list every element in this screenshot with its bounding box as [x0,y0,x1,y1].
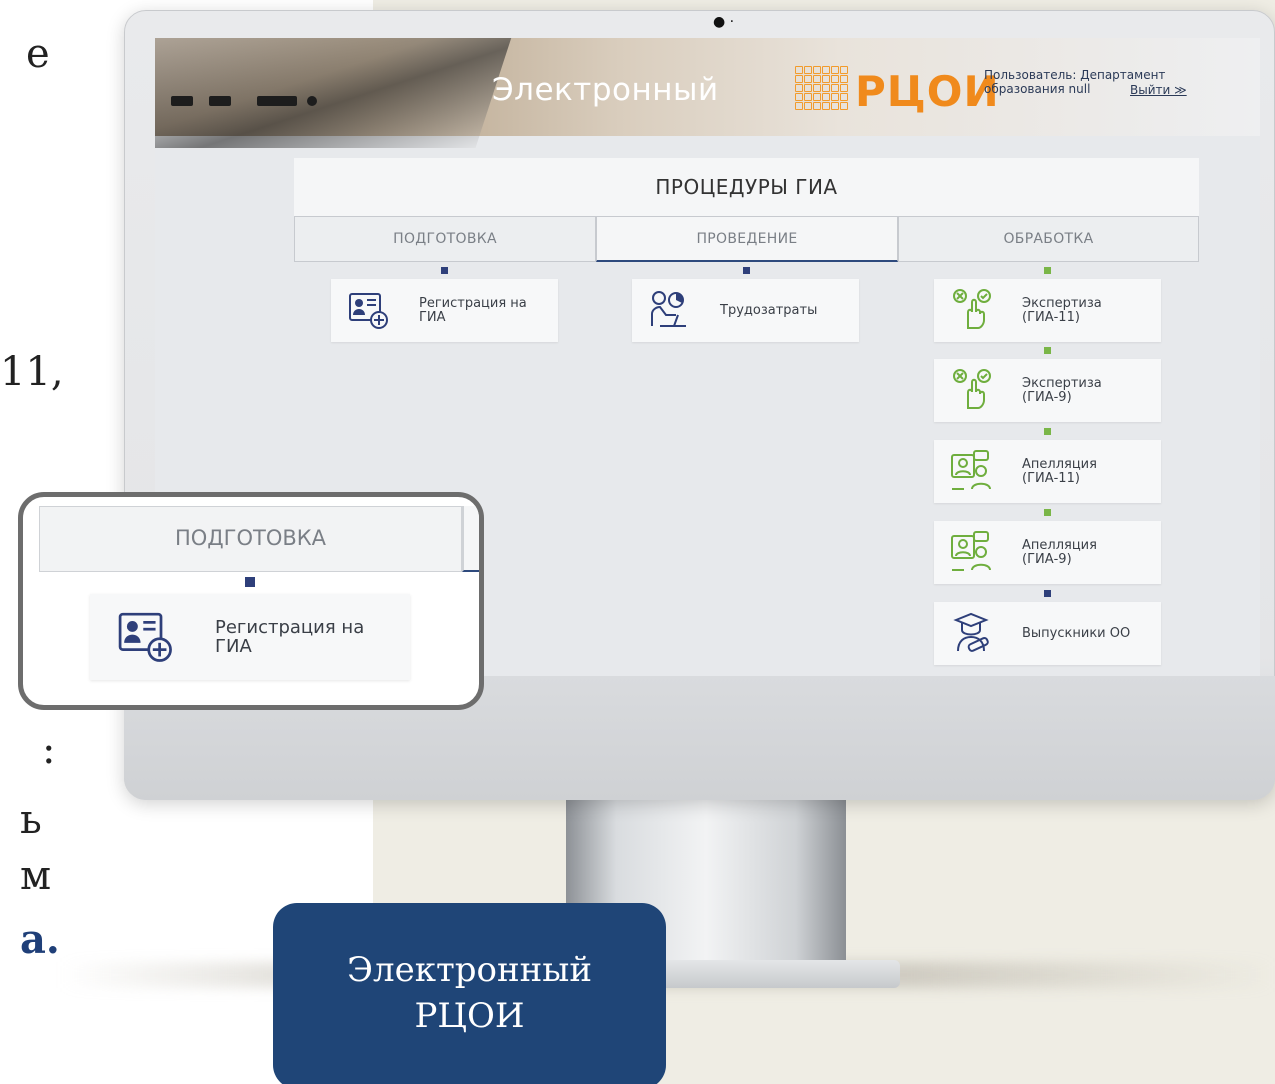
registration-icon [118,612,172,662]
card-label: Экспертиза [1022,376,1102,391]
card-label: Апелляция [1022,538,1097,553]
card-label: (ГИА-9) [1022,390,1072,405]
tab-processing[interactable]: ОБРАБОТКА [898,216,1199,262]
rcoi-logo: РЦОИ [795,66,999,118]
slide-text-fragment: e [26,31,50,77]
card-label: ГИА [419,310,446,325]
expertise-icon [953,369,991,409]
app-header: Электронный РЦОИ Пользователь: Департаме… [155,38,1260,148]
card-label: (ГИА-11) [1022,310,1080,325]
slide-text-fragment: а. [20,916,60,963]
logo-text: РЦОИ [855,67,1000,116]
card-appeal-9[interactable]: Апелляция (ГИА-9) [934,521,1161,584]
registration-icon [349,293,388,329]
column-connector [743,267,750,274]
user-name-line: Пользователь: Департамент [984,68,1166,82]
callout-tab-preparation[interactable]: ПОДГОТОВКА [39,506,462,572]
logo-grid-icon [795,66,848,110]
card-label: Регистрация на [419,296,527,311]
card-label: (ГИА-9) [1022,552,1072,567]
callout-card-registration[interactable]: Регистрация на ГИА [90,594,410,680]
callout-tab-edge [462,506,479,572]
card-labor-costs[interactable]: Трудозатраты [632,279,859,342]
column-connector [1044,509,1051,516]
camera-dots: ● · [713,14,735,30]
card-label: (ГИА-11) [1022,471,1080,486]
column-connector [1044,428,1051,435]
card-label: Апелляция [1022,457,1097,472]
column-connector [441,267,448,274]
callout-card-label-line: Регистрация на [215,617,365,638]
card-label: Выпускники ОО [1022,626,1131,641]
column-connector [1044,267,1051,274]
card-appeal-11[interactable]: Апелляция (ГИА-11) [934,440,1161,503]
card-label: Трудозатраты [720,303,818,318]
card-registration[interactable]: Регистрация на ГИА [331,279,558,342]
callout-connector [245,577,255,587]
caption-line: Электронный [346,950,593,990]
card-graduates[interactable]: Выпускники ОО [934,602,1161,665]
caption-box: Электронный РЦОИ [273,903,666,1084]
card-expertise-11[interactable]: Экспертиза (ГИА-11) [934,279,1161,342]
labor-costs-icon [651,291,686,327]
slide-text-fragment: : [42,727,56,773]
caption-line: РЦОИ [414,996,525,1036]
slide-text-fragment: 11, [0,349,64,395]
column-connector [1044,347,1051,354]
card-expertise-9[interactable]: Экспертиза (ГИА-9) [934,359,1161,422]
page-title: ПРОЦЕДУРЫ ГИА [294,158,1199,216]
header-laptop-photo [155,38,515,148]
callout-card-label-line: ГИА [215,636,252,657]
slide-text-fragment: м [20,853,52,899]
tab-conduct[interactable]: ПРОВЕДЕНИЕ [596,216,898,262]
logout-link[interactable]: Выйти ≫ [1130,83,1187,97]
appeal-icon [951,450,991,490]
callout-card-label: Регистрация на ГИА [215,618,364,656]
card-label: Экспертиза [1022,296,1102,311]
appeal-icon [951,531,991,571]
tab-preparation[interactable]: ПОДГОТОВКА [294,216,596,262]
graduate-icon [953,612,989,652]
header-photo-detail [209,96,231,106]
header-photo-detail [257,96,297,106]
header-photo-detail [171,96,193,106]
expertise-icon [953,289,991,329]
column-connector [1044,590,1051,597]
header-photo-detail [307,96,317,106]
app-title: Электронный [492,72,719,108]
slide-text-fragment: ь [20,797,42,843]
zoom-callout: ПОДГОТОВКА Регистрация на ГИА [18,492,484,710]
